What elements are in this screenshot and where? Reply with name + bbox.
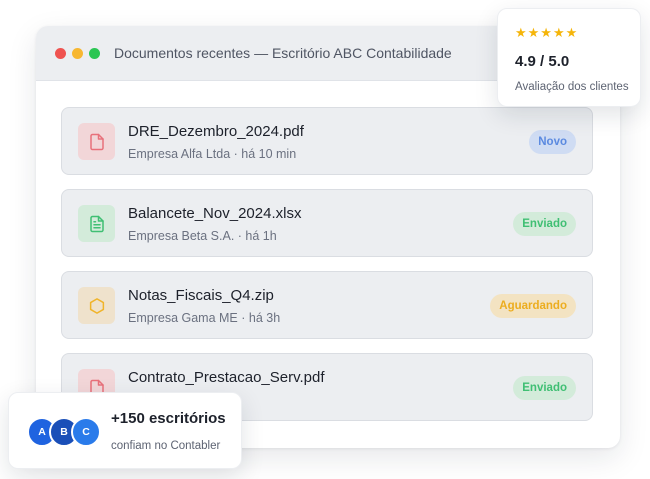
status-badge: Novo <box>529 130 576 154</box>
spreadsheet-file-icon <box>78 205 115 242</box>
close-window-button[interactable] <box>55 48 66 59</box>
rating-value: 4.9 / 5.0 <box>515 53 570 70</box>
status-badge: Enviado <box>513 212 576 236</box>
window-title: Documentos recentes — Escritório ABC Con… <box>114 45 452 61</box>
document-name: DRE_Dezembro_2024.pdf <box>128 123 304 140</box>
document-meta: Empresa Gama ME · há 3h <box>128 311 281 325</box>
document-meta: Empresa Beta S.A. · há 1h <box>128 229 277 243</box>
document-name: Contrato_Prestacao_Serv.pdf <box>128 369 325 386</box>
document-item[interactable]: Notas_Fiscais_Q4.zip Empresa Gama ME · h… <box>61 271 593 339</box>
status-badge: Enviado <box>513 376 576 400</box>
rating-caption: Avaliação dos clientes <box>515 81 629 93</box>
package-icon <box>78 287 115 324</box>
social-proof-title: +150 escritórios <box>111 410 226 427</box>
document-name: Balancete_Nov_2024.xlsx <box>128 205 302 222</box>
social-proof-card: A B C +150 escritórios confiam no Contab… <box>8 392 242 469</box>
status-badge: Aguardando <box>490 294 576 318</box>
avatar: C <box>71 417 101 447</box>
rating-card: ★★★★★ 4.9 / 5.0 Avaliação dos clientes <box>497 8 641 107</box>
social-proof-caption: confiam no Contabler <box>111 440 221 452</box>
pdf-file-icon <box>78 123 115 160</box>
document-item[interactable]: Balancete_Nov_2024.xlsx Empresa Beta S.A… <box>61 189 593 257</box>
star-rating-icon: ★★★★★ <box>515 25 579 40</box>
minimize-window-button[interactable] <box>72 48 83 59</box>
document-meta: Empresa Alfa Ltda · há 10 min <box>128 147 297 161</box>
maximize-window-button[interactable] <box>89 48 100 59</box>
document-name: Notas_Fiscais_Q4.zip <box>128 287 274 304</box>
document-item[interactable]: DRE_Dezembro_2024.pdf Empresa Alfa Ltda … <box>61 107 593 175</box>
